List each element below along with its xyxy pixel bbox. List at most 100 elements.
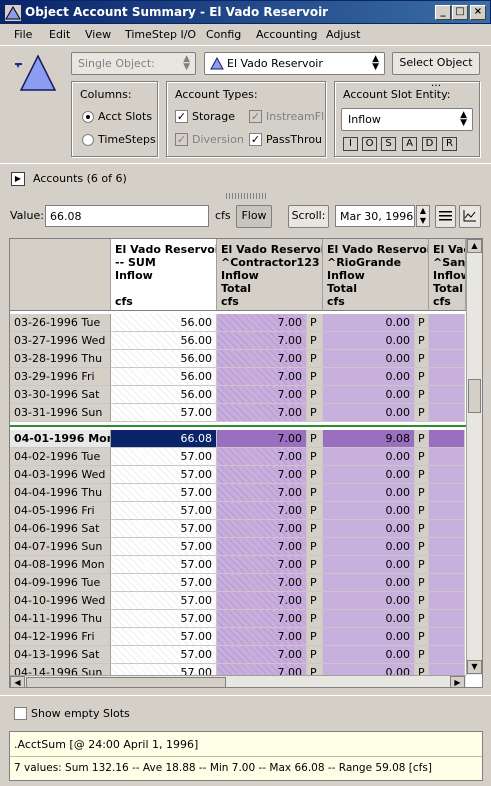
riogrande-value-cell[interactable]: 0.00 [323,484,415,502]
entity-storage-button[interactable]: S [381,137,396,151]
riogrande-value-cell[interactable]: 0.00 [323,628,415,646]
contractor123-value-cell[interactable]: 7.00 [217,404,307,422]
sanjuan-value-cell[interactable] [429,628,465,646]
object-name-select[interactable]: El Vado Reservoir ▲ ▼ [204,52,385,75]
entity-select[interactable]: Inflow ▲ ▼ [341,108,473,131]
sum-value-cell[interactable]: 56.00 [111,332,217,350]
contractor123-value-cell[interactable]: 7.00 [217,484,307,502]
sum-value-cell[interactable]: 57.00 [111,592,217,610]
column-header-riogrande[interactable]: El Vado Reservoir ^RioGrande Inflow Tota… [323,239,429,311]
sanjuan-value-cell[interactable] [429,466,465,484]
contractor123-value-cell[interactable]: 7.00 [217,430,307,448]
sum-value-cell[interactable]: 57.00 [111,404,217,422]
sum-value-cell[interactable]: 56.00 [111,368,217,386]
value-input[interactable]: 66.08 [45,205,209,227]
sum-value-cell[interactable]: 57.00 [111,610,217,628]
column-header-contractor123[interactable]: El Vado Reservoir ^Contractor123 Inflow … [217,239,323,311]
scroll-date-input[interactable]: Mar 30, 1996 [335,205,415,227]
sum-value-cell[interactable]: 57.00 [111,502,217,520]
menu-view[interactable]: View [85,28,111,41]
contractor123-value-cell[interactable]: 7.00 [217,646,307,664]
riogrande-value-cell[interactable]: 0.00 [323,574,415,592]
date-spinner[interactable]: ▲ ▼ [416,205,430,227]
sum-value-cell[interactable]: 56.00 [111,350,217,368]
sum-value-cell[interactable]: 57.00 [111,556,217,574]
sanjuan-value-cell[interactable] [429,368,465,386]
riogrande-value-cell[interactable]: 0.00 [323,610,415,628]
entity-r-button[interactable]: R [442,137,457,151]
sanjuan-value-cell[interactable] [429,430,465,448]
menu-accounting[interactable]: Accounting [256,28,317,41]
riogrande-value-cell[interactable]: 0.00 [323,448,415,466]
sum-value-cell[interactable]: 56.00 [111,314,217,332]
riogrande-value-cell[interactable]: 0.00 [323,592,415,610]
riogrande-value-cell[interactable]: 0.00 [323,556,415,574]
menu-timestep-io[interactable]: TimeStep I/O [125,28,196,41]
contractor123-value-cell[interactable]: 7.00 [217,448,307,466]
contractor123-value-cell[interactable]: 7.00 [217,332,307,350]
vertical-scrollbar[interactable]: ▲ ▼ [466,239,482,675]
timesteps-radio[interactable] [82,134,94,146]
column-header-sanjuan[interactable]: El Vado Reservoir ^SanJuan Inflow Total … [429,239,466,311]
sanjuan-value-cell[interactable] [429,314,465,332]
sanjuan-value-cell[interactable] [429,574,465,592]
menu-edit[interactable]: Edit [49,28,70,41]
contractor123-value-cell[interactable]: 7.00 [217,314,307,332]
splitter-handle[interactable] [226,193,266,199]
riogrande-value-cell[interactable]: 0.00 [323,314,415,332]
riogrande-value-cell[interactable]: 0.00 [323,404,415,422]
show-empty-checkbox[interactable] [14,707,27,720]
scroll-up-arrow-icon[interactable]: ▲ [467,239,482,253]
sum-value-cell[interactable]: 57.00 [111,466,217,484]
sum-value-cell[interactable]: 57.00 [111,448,217,466]
contractor123-value-cell[interactable]: 7.00 [217,574,307,592]
select-object-button[interactable]: Select Object ... [392,52,480,89]
riogrande-value-cell[interactable]: 0.00 [323,350,415,368]
sanjuan-value-cell[interactable] [429,386,465,404]
sanjuan-value-cell[interactable] [429,448,465,466]
riogrande-value-cell[interactable]: 0.00 [323,332,415,350]
sanjuan-value-cell[interactable] [429,610,465,628]
minimize-button[interactable]: _ [435,5,451,20]
menu-config[interactable]: Config [206,28,241,41]
riogrande-value-cell[interactable]: 0.00 [323,538,415,556]
contractor123-value-cell[interactable]: 7.00 [217,350,307,368]
contractor123-value-cell[interactable]: 7.00 [217,386,307,404]
sanjuan-value-cell[interactable] [429,350,465,368]
sum-value-cell[interactable]: 57.00 [111,520,217,538]
riogrande-value-cell[interactable]: 0.00 [323,502,415,520]
column-header-sum[interactable]: El Vado Reservoir -- SUM Inflow cfs [111,239,217,311]
passthrough-checkbox[interactable]: ✓ [249,133,262,146]
sum-value-cell[interactable]: 57.00 [111,484,217,502]
scroll-down-arrow-icon[interactable]: ▼ [467,660,482,674]
sanjuan-value-cell[interactable] [429,592,465,610]
contractor123-value-cell[interactable]: 7.00 [217,628,307,646]
entity-a-button[interactable]: A [402,137,417,151]
riogrande-value-cell[interactable]: 9.08 [323,430,415,448]
sanjuan-value-cell[interactable] [429,404,465,422]
flow-type-button[interactable]: Flow [236,205,272,228]
sum-value-cell[interactable]: 57.00 [111,538,217,556]
sum-value-cell[interactable]: 57.00 [111,574,217,592]
riogrande-value-cell[interactable]: 0.00 [323,520,415,538]
contractor123-value-cell[interactable]: 7.00 [217,466,307,484]
sanjuan-value-cell[interactable] [429,520,465,538]
sanjuan-value-cell[interactable] [429,332,465,350]
expand-accounts-toggle[interactable]: ▶ [11,172,25,186]
sum-value-cell[interactable]: 56.00 [111,386,217,404]
contractor123-value-cell[interactable]: 7.00 [217,592,307,610]
riogrande-value-cell[interactable]: 0.00 [323,368,415,386]
contractor123-value-cell[interactable]: 7.00 [217,520,307,538]
riogrande-value-cell[interactable]: 0.00 [323,466,415,484]
entity-outflow-button[interactable]: O [362,137,377,151]
vertical-scroll-thumb[interactable] [468,379,481,413]
menu-adjust[interactable]: Adjust [326,28,360,41]
contractor123-value-cell[interactable]: 7.00 [217,502,307,520]
plot-view-button[interactable] [459,205,481,228]
maximize-button[interactable]: □ [452,5,468,20]
list-view-button[interactable] [435,205,456,228]
sum-value-cell[interactable]: 57.00 [111,628,217,646]
menu-file[interactable]: File [14,28,32,41]
riogrande-value-cell[interactable]: 0.00 [323,646,415,664]
sanjuan-value-cell[interactable] [429,646,465,664]
